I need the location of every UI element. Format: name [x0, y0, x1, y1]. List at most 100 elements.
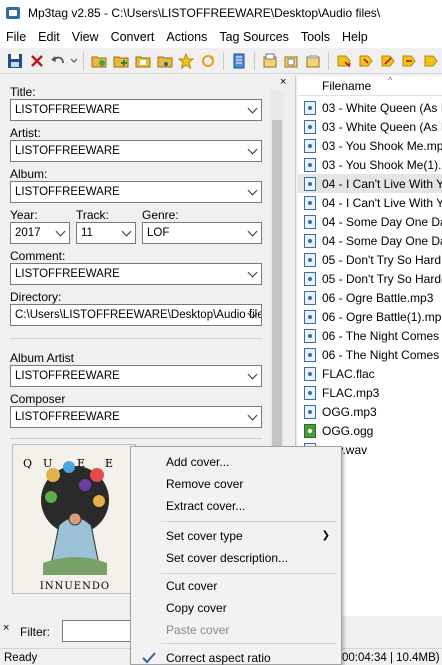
file-row[interactable]: 06 - Ogre Battle.mp3 — [298, 288, 442, 307]
panel-divider — [10, 438, 262, 439]
close-filter-icon[interactable]: × — [3, 622, 9, 634]
cover-context-menu: Add cover... Remove cover Extract cover.… — [130, 446, 342, 665]
menu-item-set-cover-description[interactable]: Set cover description... — [132, 547, 340, 569]
chevron-down-icon[interactable] — [249, 310, 257, 318]
menu-tools[interactable]: Tools — [295, 30, 336, 44]
text-file-to-tag-icon[interactable] — [377, 50, 399, 72]
chevron-down-icon[interactable] — [249, 228, 257, 236]
file-row[interactable]: OGG.mp3 — [298, 402, 442, 421]
menu-item-add-cover[interactable]: Add cover... — [132, 451, 340, 473]
filename-to-tag-icon[interactable] — [355, 50, 377, 72]
chevron-down-icon[interactable] — [249, 371, 257, 379]
file-name: OGG.ogg — [322, 423, 374, 438]
cover-letter: U — [43, 457, 52, 470]
file-name: 03 - You Shook Me.mp — [322, 138, 442, 153]
scrollbar-thumb[interactable] — [272, 120, 282, 480]
menu-actions[interactable]: Actions — [160, 30, 213, 44]
file-row[interactable]: FLAC.mp3 — [298, 383, 442, 402]
paste-tag-icon[interactable] — [302, 50, 324, 72]
audio-file-icon — [304, 309, 316, 324]
folder-music-icon[interactable] — [154, 50, 176, 72]
column-filename[interactable]: Filename — [322, 79, 371, 93]
audio-file-icon — [304, 119, 316, 134]
close-panel-icon[interactable]: × — [280, 76, 286, 88]
audio-file-icon — [304, 233, 316, 248]
menu-view[interactable]: View — [66, 30, 105, 44]
menu-item-set-cover-type[interactable]: Set cover type ❯ — [132, 525, 340, 547]
menu-item-copy-cover[interactable]: Copy cover — [132, 597, 340, 619]
audio-file-icon — [304, 214, 316, 229]
menu-file[interactable]: File — [0, 30, 32, 44]
cover-letter: E — [105, 457, 113, 470]
menu-item-remove-cover[interactable]: Remove cover — [132, 473, 340, 495]
album-field[interactable]: LISTOFFREEWARE — [10, 181, 262, 203]
file-row[interactable]: FLAC.flac — [298, 364, 442, 383]
track-label: Track: — [76, 208, 109, 222]
dropdown-arrow-icon[interactable] — [69, 50, 79, 72]
toolbar — [0, 48, 442, 74]
audio-file-icon — [304, 176, 316, 191]
comment-field[interactable]: LISTOFFREEWARE — [10, 263, 262, 285]
comment-value: LISTOFFREEWARE — [15, 268, 120, 280]
track-field[interactable]: 11 — [76, 222, 136, 244]
remove-tag-icon[interactable] — [26, 50, 48, 72]
undo-icon[interactable] — [48, 50, 70, 72]
file-row[interactable]: 03 - You Shook Me.mp — [298, 136, 442, 155]
album-artist-label: Album Artist — [10, 351, 75, 365]
tag-to-filename-icon[interactable] — [333, 50, 355, 72]
chevron-down-icon[interactable] — [249, 105, 257, 113]
change-directory-icon[interactable] — [88, 50, 110, 72]
file-row[interactable]: 04 - Some Day One Day — [298, 231, 442, 250]
menu-item-paste-cover[interactable]: Paste cover — [132, 619, 340, 641]
menu-convert[interactable]: Convert — [105, 30, 161, 44]
add-directory-icon[interactable] — [110, 50, 132, 72]
album-artist-field[interactable]: LISTOFFREEWARE — [10, 365, 262, 387]
menu-help[interactable]: Help — [336, 30, 374, 44]
file-row[interactable]: 03 - You Shook Me(1).m — [298, 155, 442, 174]
chevron-down-icon[interactable] — [249, 187, 257, 195]
menu-item-correct-aspect-ratio[interactable]: Correct aspect ratio — [132, 647, 340, 665]
menu-edit[interactable]: Edit — [32, 30, 66, 44]
cut-tag-icon[interactable] — [259, 50, 281, 72]
directory-field[interactable]: C:\Users\LISTOFFREEWARE\Desktop\Audio fi… — [10, 304, 262, 326]
chevron-down-icon[interactable] — [123, 228, 131, 236]
file-row[interactable]: 04 - I Can't Live With Yo — [298, 193, 442, 212]
filter-label: Filter: — [20, 625, 50, 639]
copy-tag-icon[interactable] — [281, 50, 303, 72]
file-row[interactable]: 05 - Don't Try So Hard( — [298, 269, 442, 288]
chevron-down-icon[interactable] — [57, 228, 65, 236]
menu-item-cut-cover[interactable]: Cut cover — [132, 575, 340, 597]
file-row[interactable]: 04 - Some Day One Day — [298, 212, 442, 231]
refresh-icon[interactable] — [197, 50, 219, 72]
file-row[interactable]: 05 - Don't Try So Hard. — [298, 250, 442, 269]
file-row[interactable]: 04 - I Can't Live With Yo — [298, 174, 442, 193]
chevron-down-icon[interactable] — [249, 269, 257, 277]
status-ready: Ready — [4, 652, 38, 664]
audio-file-icon — [304, 195, 316, 210]
artist-field[interactable]: LISTOFFREEWARE — [10, 140, 262, 162]
file-row[interactable]: 06 - The Night Comes — [298, 326, 442, 345]
file-row[interactable]: 06 - Ogre Battle(1).mp3 — [298, 307, 442, 326]
menu-item-extract-cover[interactable]: Extract cover... — [132, 495, 340, 517]
open-folder-icon[interactable] — [132, 50, 154, 72]
file-row[interactable]: 03 - White Queen (As It — [298, 117, 442, 136]
chevron-down-icon[interactable] — [249, 412, 257, 420]
file-row[interactable]: OGG.ogg — [298, 421, 442, 440]
save-icon[interactable] — [4, 50, 26, 72]
genre-field[interactable]: LOF — [142, 222, 262, 244]
autonumber-icon[interactable] — [420, 50, 442, 72]
title-field[interactable]: LISTOFFREEWARE — [10, 99, 262, 121]
cover-art[interactable]: Q U E E INNUENDO — [12, 444, 136, 594]
composer-field[interactable]: LISTOFFREEWARE — [10, 406, 262, 428]
file-row[interactable]: 06 - The Night Comes — [298, 345, 442, 364]
playlist-icon[interactable] — [228, 50, 250, 72]
year-field[interactable]: 2017 — [10, 222, 70, 244]
menu-tag-sources[interactable]: Tag Sources — [213, 30, 294, 44]
favorite-star-icon[interactable] — [175, 50, 197, 72]
file-row[interactable]: 03 - White Queen (As It — [298, 98, 442, 117]
composer-label: Composer — [10, 392, 66, 406]
cover-letter: E — [77, 457, 85, 470]
tag-to-tag-icon[interactable] — [398, 50, 420, 72]
chevron-down-icon[interactable] — [249, 146, 257, 154]
audio-wave-file-icon — [304, 423, 316, 438]
